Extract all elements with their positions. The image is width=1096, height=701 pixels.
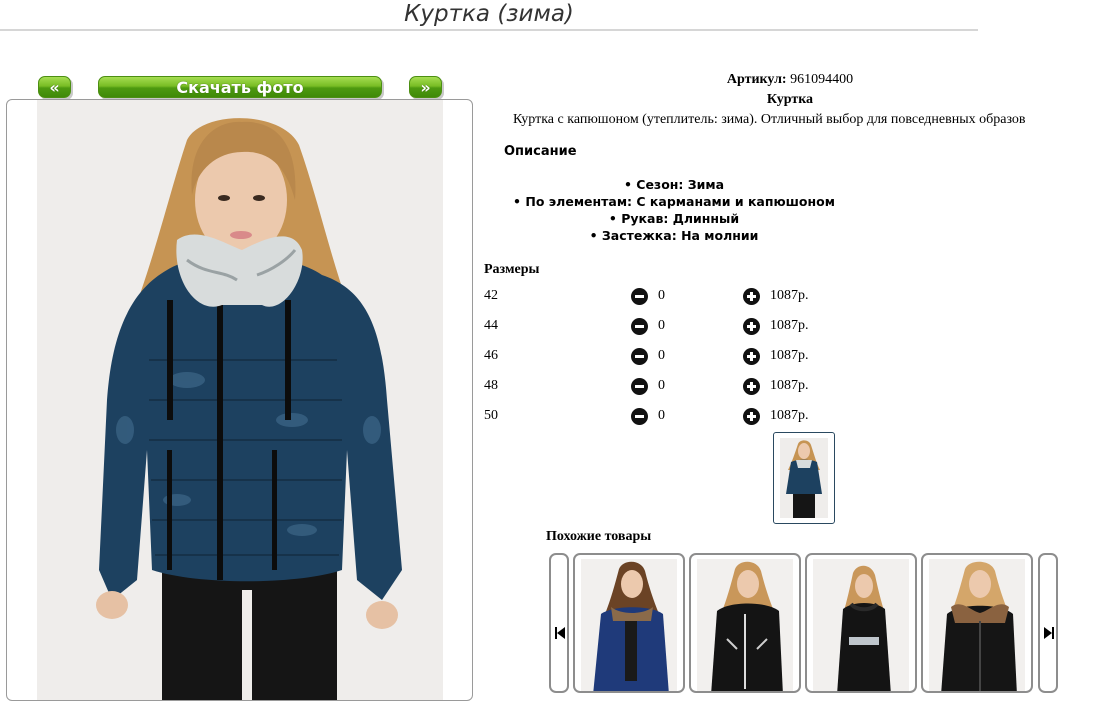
size-row: 50 0 1087р.	[484, 406, 844, 426]
skip-previous-glyph	[555, 627, 565, 639]
size-price: 1087р.	[770, 318, 809, 333]
size-quantity: 0	[658, 348, 665, 363]
product-name: Куртка	[766, 92, 814, 107]
plus-circle-icon[interactable]	[743, 408, 760, 425]
feature-list: Сезон: Зима По элементам: С карманами и …	[484, 176, 864, 244]
main-photo-frame	[6, 99, 473, 701]
size-value: 46	[484, 348, 498, 363]
model-photo-illustration	[96, 118, 402, 700]
similar-product-item[interactable]	[573, 553, 685, 693]
article-label: Артикул:	[726, 72, 787, 87]
main-photo[interactable]	[37, 100, 443, 700]
size-price: 1087р.	[770, 408, 809, 423]
minus-circle-icon[interactable]	[631, 408, 648, 425]
similar-product-image	[697, 559, 793, 691]
similar-next-button[interactable]	[1038, 553, 1058, 693]
feature-sleeve: Рукав: Длинный	[484, 210, 864, 227]
download-photo-button[interactable]: Скачать фото	[98, 76, 382, 98]
plus-circle-icon[interactable]	[743, 378, 760, 395]
similar-products-heading: Похожие товары	[546, 529, 652, 544]
page-title: Куртка (зима)	[404, 1, 574, 27]
size-quantity: 0	[658, 318, 665, 333]
similar-product-illustration	[941, 561, 1017, 691]
size-price: 1087р.	[770, 378, 809, 393]
skip-previous-icon	[555, 627, 565, 642]
size-value: 48	[484, 378, 498, 393]
next-photo-button[interactable]: »	[409, 76, 442, 98]
size-quantity: 0	[658, 288, 665, 303]
size-quantity: 0	[658, 378, 665, 393]
similar-product-illustration	[837, 565, 891, 691]
similar-product-image	[813, 559, 909, 691]
minus-circle-icon[interactable]	[631, 378, 648, 395]
size-value: 50	[484, 408, 498, 423]
sizes-heading: Размеры	[484, 262, 540, 277]
size-price: 1087р.	[770, 348, 809, 363]
plus-circle-icon[interactable]	[743, 288, 760, 305]
minus-circle-icon[interactable]	[631, 288, 648, 305]
skip-next-icon	[1044, 627, 1054, 642]
feature-fastener: Застежка: На молнии	[484, 227, 864, 244]
thumbnail-illustration	[786, 440, 822, 518]
similar-product-image	[581, 559, 677, 691]
size-row: 48 0 1087р.	[484, 376, 844, 396]
feature-season: Сезон: Зима	[484, 176, 864, 193]
similar-product-item[interactable]	[689, 553, 801, 693]
size-value: 44	[484, 318, 498, 333]
similar-prev-button[interactable]	[549, 553, 569, 693]
size-row: 44 0 1087р.	[484, 316, 844, 336]
size-row: 46 0 1087р.	[484, 346, 844, 366]
similar-product-item[interactable]	[921, 553, 1033, 693]
photo-thumbnail[interactable]	[773, 432, 835, 524]
skip-next-glyph	[1044, 627, 1054, 639]
similar-product-item[interactable]	[805, 553, 917, 693]
title-divider	[0, 29, 978, 31]
plus-circle-icon[interactable]	[743, 318, 760, 335]
size-row: 42 0 1087р.	[484, 286, 844, 306]
thumbnail-image	[780, 438, 828, 518]
similar-product-illustration	[593, 561, 669, 691]
article-value: 961094400	[790, 72, 854, 87]
size-price: 1087р.	[770, 288, 809, 303]
size-quantity: 0	[658, 408, 665, 423]
description-heading: Описание	[504, 144, 577, 159]
product-short-description: Куртка с капюшоном (утеплитель: зима). О…	[513, 112, 1026, 127]
feature-elements: По элементам: С карманами и капюшоном	[484, 193, 864, 210]
minus-circle-icon[interactable]	[631, 318, 648, 335]
similar-product-image	[929, 559, 1025, 691]
minus-circle-icon[interactable]	[631, 348, 648, 365]
article-line: Артикул: 961094400	[484, 71, 1096, 89]
plus-circle-icon[interactable]	[743, 348, 760, 365]
prev-photo-button[interactable]: «	[38, 76, 71, 98]
size-value: 42	[484, 288, 498, 303]
similar-product-illustration	[711, 561, 783, 691]
